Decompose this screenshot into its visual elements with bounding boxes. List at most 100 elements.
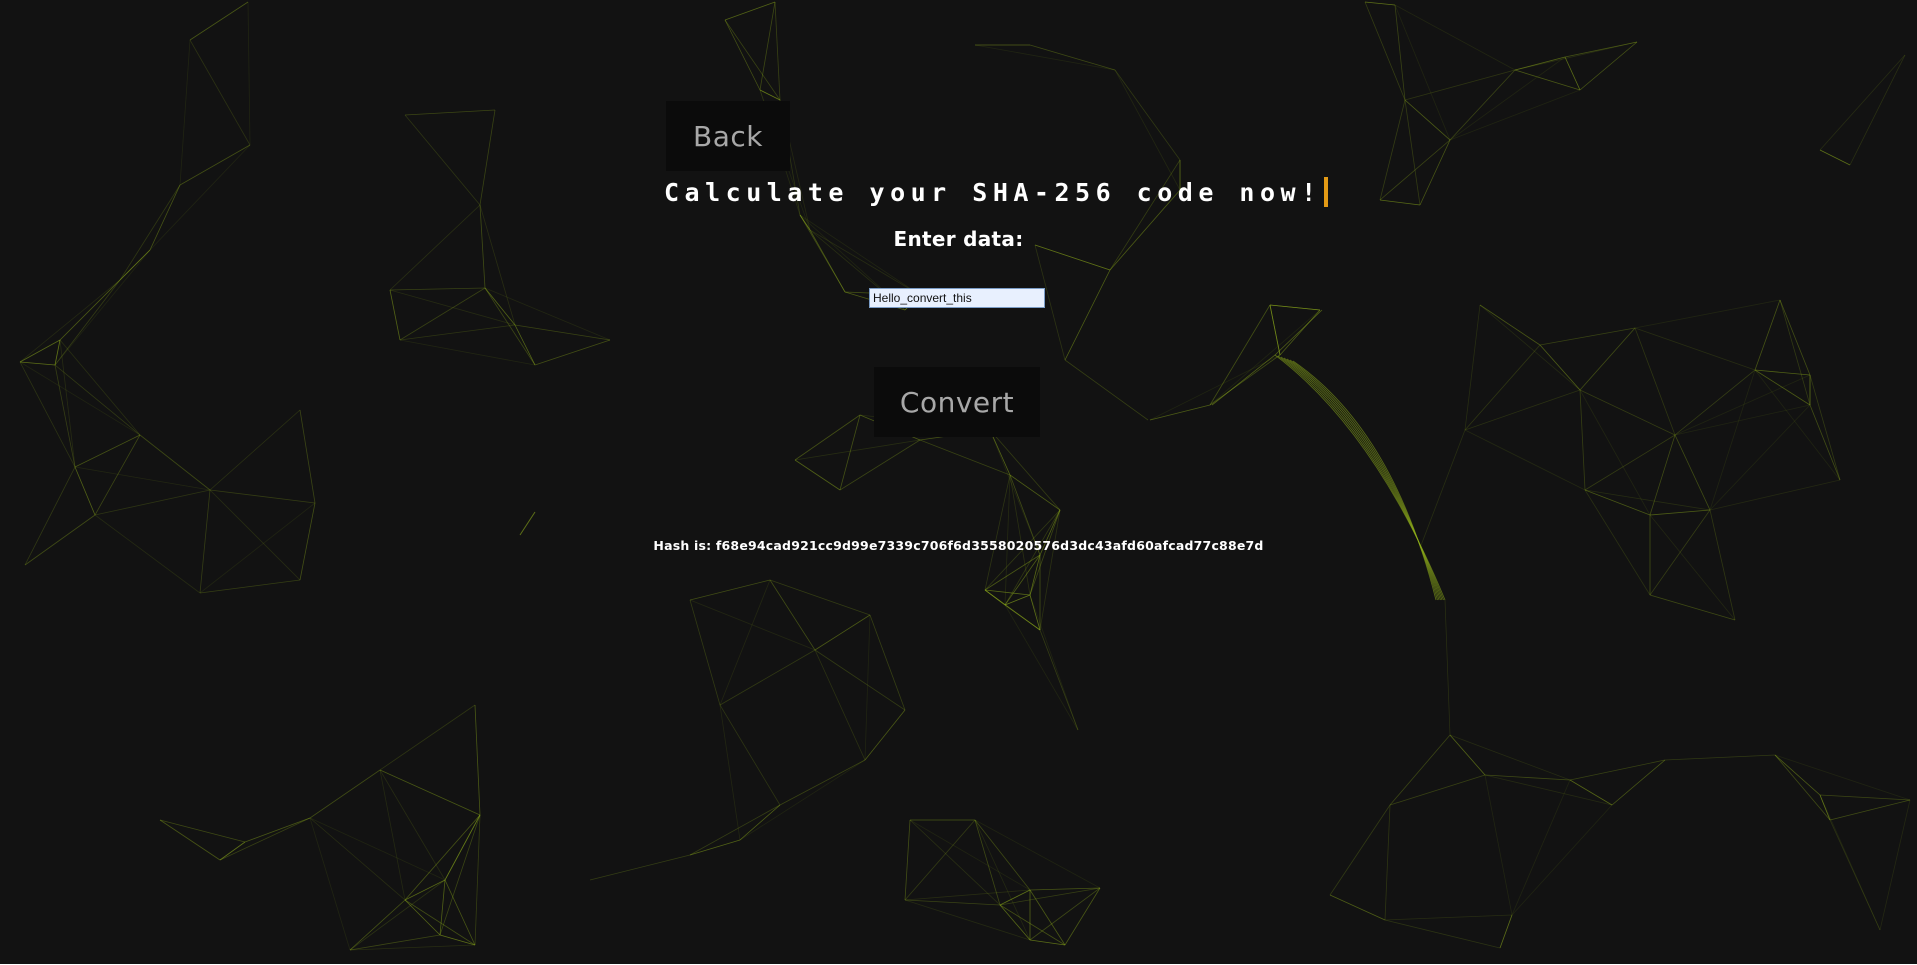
network-line <box>1449 89 1581 141</box>
network-line <box>589 854 691 881</box>
network-line <box>19 361 76 468</box>
network-line <box>54 279 121 366</box>
network-line <box>759 1 776 91</box>
network-line <box>794 414 861 461</box>
network-line <box>1709 479 1841 511</box>
network-line <box>159 819 246 843</box>
network-line <box>839 439 921 491</box>
network-line <box>1384 804 1391 921</box>
network-line <box>59 339 141 436</box>
network-line <box>209 489 301 581</box>
network-line <box>1819 794 1831 821</box>
network-line <box>309 817 351 951</box>
network-line <box>404 109 496 116</box>
network-line <box>1211 354 1276 406</box>
network-line <box>1269 304 1281 356</box>
network-line <box>1664 754 1776 761</box>
network-line <box>1849 54 1906 166</box>
network-line <box>1484 774 1513 916</box>
network-line <box>689 804 781 856</box>
network-line <box>1484 774 1571 781</box>
page-title-text: Calculate your SHA-256 code now! <box>664 177 1322 207</box>
network-line <box>1514 69 1581 91</box>
network-line <box>1064 269 1111 361</box>
network-line <box>179 144 251 186</box>
network-line <box>479 109 496 206</box>
network-line <box>1464 429 1586 491</box>
network-line <box>1649 514 1736 621</box>
network-line <box>1274 309 1323 356</box>
network-line <box>1029 554 1041 596</box>
network-line <box>1649 594 1736 621</box>
network-line <box>1114 69 1181 161</box>
network-line <box>1754 369 1841 481</box>
network-line <box>309 769 381 819</box>
network-line <box>404 814 481 901</box>
network-line <box>1611 759 1666 806</box>
network-line <box>1279 309 1321 356</box>
network-line <box>399 287 486 341</box>
network-line <box>999 887 1101 906</box>
network-line <box>404 879 446 901</box>
enter-data-label: Enter data: <box>893 227 1024 251</box>
network-line <box>1479 304 1541 346</box>
network-line <box>1564 56 1581 91</box>
network-line <box>1149 354 1281 421</box>
network-line <box>1539 327 1636 346</box>
network-line <box>1449 69 1516 141</box>
network-line <box>94 489 211 516</box>
network-strand <box>1280 356 1443 601</box>
hash-result: Hash is: f68e94cad921cc9d99e7339c706f6d3… <box>0 538 1917 553</box>
network-line <box>1419 429 1466 549</box>
network-line <box>739 804 781 841</box>
network-line <box>219 841 246 861</box>
network-line <box>379 769 481 816</box>
network-line <box>1209 304 1271 406</box>
network-line <box>1479 304 1581 391</box>
network-line <box>1779 299 1811 406</box>
convert-button[interactable]: Convert <box>874 367 1040 437</box>
network-line <box>1564 41 1638 58</box>
network-line <box>1579 327 1636 391</box>
network-line <box>689 599 721 706</box>
network-line <box>974 819 1001 906</box>
network-line <box>1004 604 1079 731</box>
network-strand <box>1292 360 1437 601</box>
network-line <box>1774 754 1911 801</box>
network-line <box>247 1 251 146</box>
network-line <box>1064 359 1149 421</box>
network-line <box>904 819 911 901</box>
network-line <box>484 287 611 341</box>
network-line <box>1379 99 1406 201</box>
network-line <box>974 44 1116 71</box>
network-line <box>1394 4 1406 101</box>
network-line <box>1774 754 1821 796</box>
network-line <box>54 364 141 436</box>
network-line <box>514 324 611 341</box>
network-line <box>309 817 446 881</box>
network-line <box>159 819 221 861</box>
network-strand <box>1277 355 1444 601</box>
network-line <box>1511 779 1571 916</box>
network-line <box>1819 54 1906 151</box>
data-input-field[interactable] <box>869 288 1045 308</box>
network-line <box>1269 304 1321 311</box>
network-line <box>534 339 611 366</box>
network-line <box>999 904 1066 946</box>
network-line <box>689 839 741 856</box>
network-strand <box>1286 358 1440 601</box>
network-line <box>984 589 1031 596</box>
network-line <box>724 19 781 101</box>
network-line <box>1364 1 1396 6</box>
network-line <box>999 904 1031 941</box>
network-line <box>984 589 1041 631</box>
network-line <box>864 614 871 761</box>
network-line <box>1029 887 1101 941</box>
network-line <box>769 579 816 651</box>
network-line <box>1389 734 1451 806</box>
back-button[interactable]: Back <box>666 101 790 171</box>
network-line <box>989 429 1041 556</box>
network-line <box>209 409 301 491</box>
network-line <box>1064 887 1101 946</box>
network-line <box>1484 774 1613 806</box>
